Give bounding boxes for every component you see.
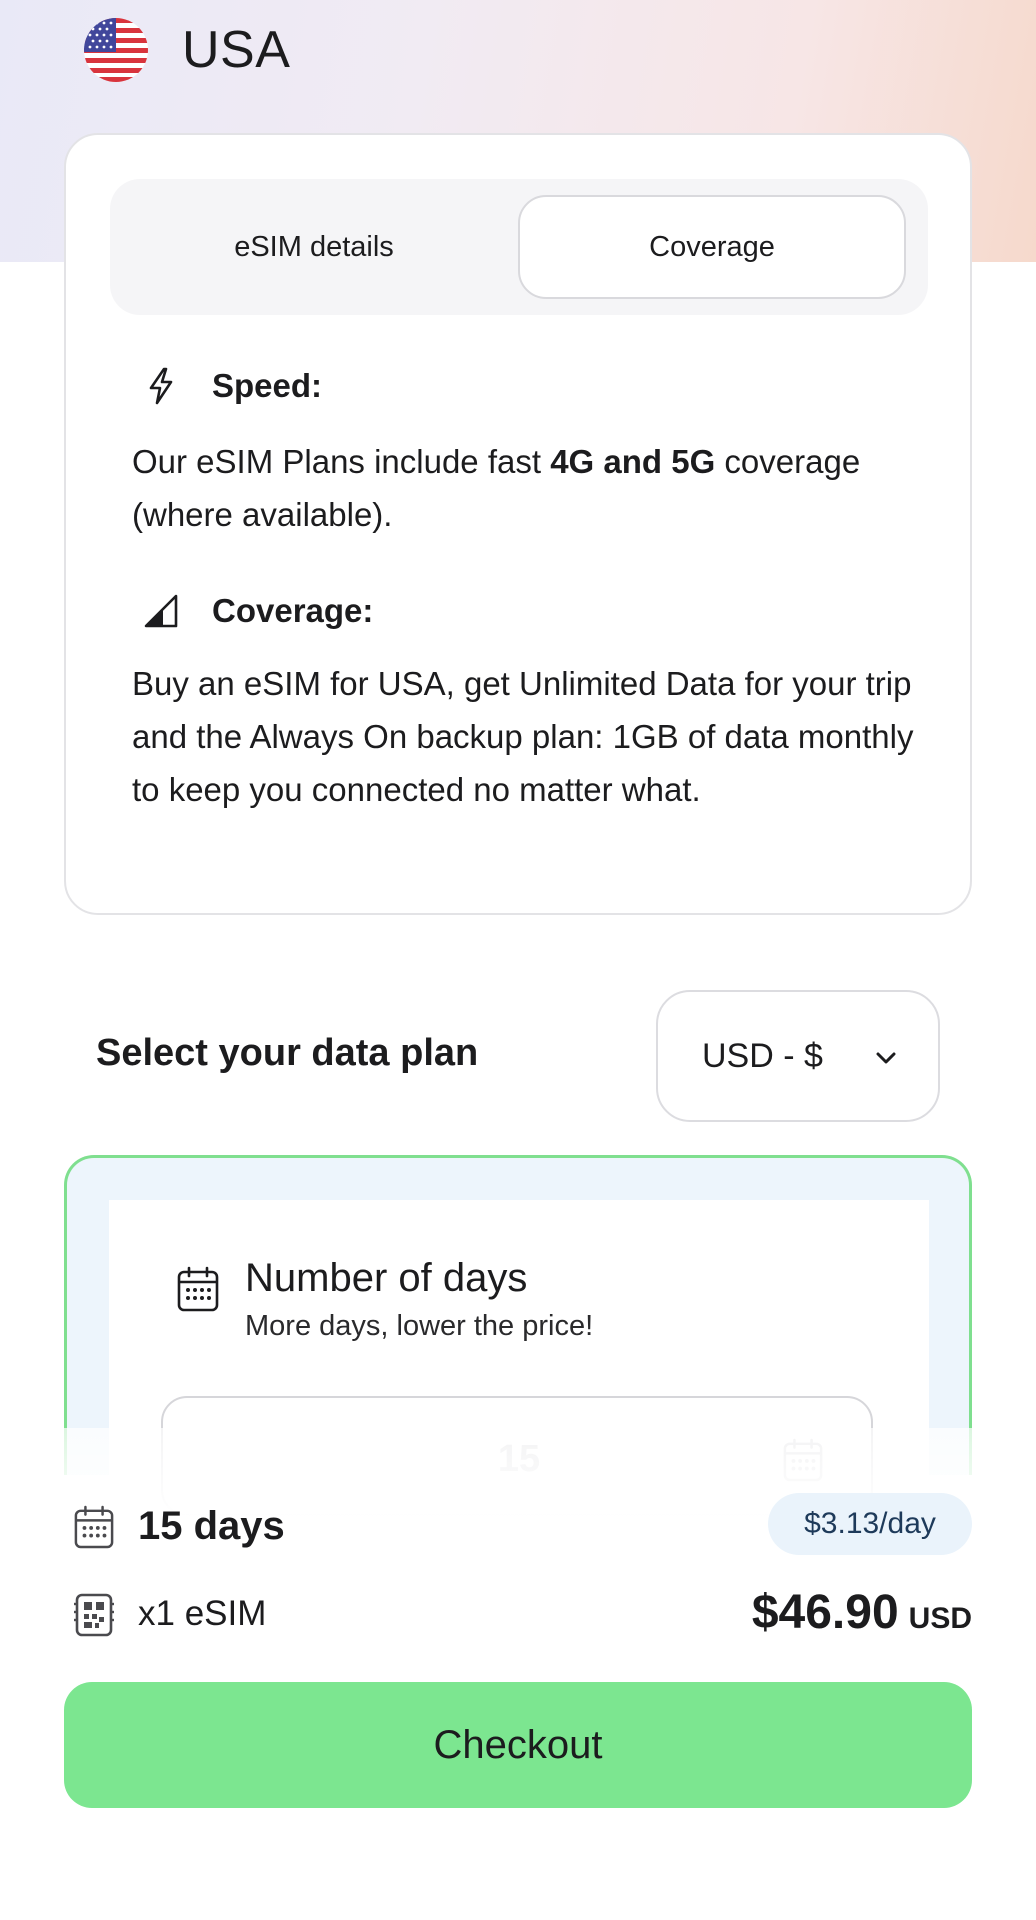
- coverage-heading: Coverage:: [140, 590, 373, 632]
- speed-heading: Speed:: [140, 365, 322, 407]
- calendar-icon: [177, 1266, 219, 1312]
- plan-card: Number of days More days, lower the pric…: [64, 1155, 972, 1516]
- tab-esim-details[interactable]: eSIM details: [110, 179, 518, 315]
- summary-esim-count: x1 eSIM: [138, 1594, 267, 1633]
- lightning-icon: [140, 365, 182, 407]
- summary-days-row: 15 days: [74, 1504, 285, 1549]
- esim-info-card: eSIM details Coverage Speed: Our eSIM Pl…: [64, 133, 972, 915]
- tab-coverage[interactable]: Coverage: [518, 195, 906, 299]
- data-plan-title: Select your data plan: [96, 1032, 479, 1074]
- days-subtitle: More days, lower the price!: [245, 1310, 594, 1342]
- speed-description: Our eSIM Plans include fast 4G and 5G co…: [132, 443, 861, 533]
- checkout-button[interactable]: Checkout: [64, 1682, 972, 1808]
- country-header: USA: [84, 18, 290, 82]
- currency-value: USD - $: [702, 1036, 823, 1075]
- speed-title: Speed:: [212, 367, 323, 404]
- coverage-title: Coverage:: [212, 592, 374, 629]
- total-amount: $46.90: [751, 1586, 899, 1639]
- total-currency: USD: [908, 1602, 972, 1635]
- chevron-down-icon: [872, 1044, 900, 1072]
- signal-icon: [140, 590, 182, 632]
- country-title: USA: [182, 21, 291, 79]
- summary-esim-row: x1 eSIM: [74, 1592, 267, 1637]
- info-tabs: eSIM details Coverage: [110, 179, 928, 315]
- summary-days: 15 days: [138, 1504, 285, 1548]
- days-title: Number of days: [245, 1256, 528, 1300]
- us-flag-icon: [84, 18, 148, 82]
- sim-card-icon: [74, 1592, 114, 1637]
- total-price: $46.90 USD: [752, 1585, 972, 1640]
- currency-select[interactable]: USD - $: [656, 990, 940, 1122]
- price-per-day-badge: $3.13/day: [768, 1493, 972, 1555]
- calendar-icon: [74, 1505, 114, 1549]
- coverage-description: Buy an eSIM for USA, get Unlimited Data …: [132, 665, 914, 808]
